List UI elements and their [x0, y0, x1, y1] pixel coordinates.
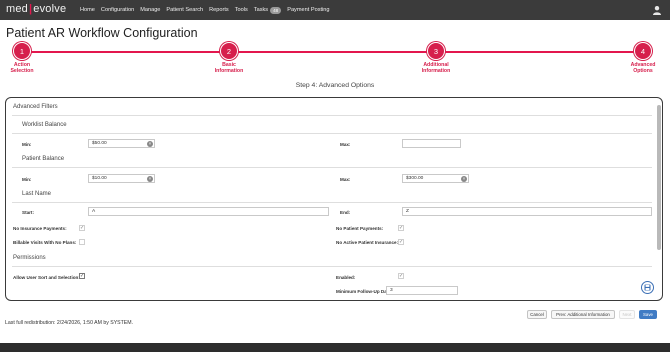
divider — [12, 266, 652, 267]
step-label-line1: Additional — [423, 62, 449, 68]
patient-balance-title: Patient Balance — [22, 156, 65, 162]
step-basic-information[interactable]: 2 Basic Information — [199, 42, 259, 74]
step-number: 4 — [634, 42, 652, 60]
bottom-taskbar — [0, 343, 670, 352]
permissions-title: Permissions — [13, 255, 46, 261]
patient-min-input[interactable]: $10.00 — [88, 174, 155, 183]
step-label-line1: Basic — [222, 62, 236, 68]
patient-min-label: Min: — [22, 177, 32, 182]
last-name-start-input[interactable]: A — [88, 207, 329, 216]
step-number: 2 — [220, 42, 238, 60]
divider — [12, 167, 652, 168]
worklist-min-label: Min: — [22, 142, 32, 147]
save-button[interactable]: Save — [639, 310, 657, 319]
stepper-line — [24, 51, 644, 53]
logo-separator: | — [29, 3, 33, 15]
enabled-label: Enabled: — [336, 275, 356, 280]
user-icon[interactable] — [652, 5, 662, 15]
billable-visits-no-plans-checkbox[interactable] — [79, 239, 85, 245]
advanced-options-panel: Advanced Filters Worklist Balance Min: $… — [5, 97, 663, 301]
step-action-selection[interactable]: 1 Action Selection — [0, 42, 52, 74]
nav-tools[interactable]: Tools — [235, 7, 248, 13]
step-label: Additional Information — [406, 62, 466, 74]
main-nav: Home Configuration Manage Patient Search… — [80, 0, 330, 20]
billable-visits-no-plans-label: Billable Visits With No Plans: — [13, 240, 77, 245]
tasks-count-badge: 48 — [270, 6, 282, 14]
prev-button[interactable]: Prev: Additional Information — [551, 310, 615, 319]
step-label: Action Selection — [0, 62, 52, 74]
patient-max-label: Max: — [340, 177, 351, 182]
step-label: Basic Information — [199, 62, 259, 74]
step-additional-information[interactable]: 3 Additional Information — [406, 42, 466, 74]
step-label-line1: Advanced — [630, 62, 656, 68]
page-title: Patient AR Workflow Configuration — [6, 26, 198, 40]
clear-icon[interactable]: × — [147, 175, 153, 182]
clear-icon[interactable]: × — [147, 140, 153, 147]
step-label-line2: Selection — [10, 68, 34, 75]
workflow-stepper: 1 Action Selection 2 Basic Information 3 A… — [0, 40, 670, 82]
step-label-line2: Information — [421, 68, 451, 75]
worklist-max-input[interactable] — [402, 139, 461, 148]
allow-user-sort-label: Allow User Sort and Selection: — [13, 275, 80, 280]
no-insurance-payments-label: No Insurance Payments: — [13, 226, 67, 231]
nav-tasks[interactable]: Tasks 48 — [253, 6, 282, 14]
step-advanced-options[interactable]: 4 Advanced Options — [613, 42, 670, 74]
last-redistribution-text: Last full redistribution: 2/24/2026, 1:5… — [5, 320, 134, 326]
nav-home[interactable]: Home — [80, 7, 95, 13]
last-name-title: Last Name — [22, 191, 52, 197]
step-number: 3 — [427, 42, 445, 60]
logo-text-med: med — [6, 3, 28, 15]
nav-manage[interactable]: Manage — [140, 7, 160, 13]
allow-user-sort-checkbox[interactable]: ✓ — [79, 273, 85, 279]
no-patient-payments-checkbox[interactable]: ✓ — [398, 225, 404, 231]
enabled-checkbox[interactable]: ✓ — [398, 273, 404, 279]
last-name-end-input[interactable]: Z — [402, 207, 652, 216]
nav-configuration[interactable]: Configuration — [101, 7, 134, 13]
step-label: Advanced Options — [613, 62, 670, 74]
app-logo[interactable]: med|evolve — [6, 3, 66, 15]
save-draft-icon[interactable] — [641, 281, 654, 294]
panel-scrollbar[interactable] — [656, 100, 661, 298]
step-label-line2: Information — [214, 68, 244, 75]
cancel-button[interactable]: Cancel — [527, 310, 547, 319]
advanced-filters-title: Advanced Filters — [13, 104, 58, 110]
last-name-start-label: Start: — [22, 210, 34, 215]
logo-text-evolve: evolve — [33, 3, 67, 15]
no-active-patient-insurance-checkbox[interactable]: ✓ — [398, 239, 404, 245]
divider — [12, 202, 652, 203]
nav-patient-search[interactable]: Patient Search — [166, 7, 203, 13]
nav-payment-posting[interactable]: Payment Posting — [287, 7, 329, 13]
top-navigation-bar: med|evolve Home Configuration Manage Pat… — [0, 0, 670, 20]
step-label-line1: Action — [13, 62, 31, 68]
worklist-max-label: Max: — [340, 142, 351, 147]
nav-tasks-label: Tasks — [253, 7, 269, 13]
divider — [12, 133, 652, 134]
patient-max-input[interactable]: $300.00 — [402, 174, 469, 183]
floppy-icon — [644, 284, 651, 291]
clear-icon[interactable]: × — [461, 175, 467, 182]
nav-reports[interactable]: Reports — [209, 7, 229, 13]
step-heading: Step 4: Advanced Options — [295, 82, 375, 89]
worklist-min-input[interactable]: $50.00 — [88, 139, 155, 148]
step-label-line2: Options — [633, 68, 653, 75]
last-name-end-label: End: — [340, 210, 351, 215]
min-followup-days-input[interactable]: 3 — [386, 286, 458, 295]
divider — [12, 115, 652, 116]
next-button[interactable]: Next — [619, 310, 635, 319]
no-active-patient-insurance-label: No Active Patient Insurance: — [336, 240, 399, 245]
no-insurance-payments-checkbox[interactable]: ✓ — [79, 225, 85, 231]
scrollbar-thumb[interactable] — [657, 105, 661, 250]
worklist-balance-title: Worklist Balance — [22, 122, 67, 128]
step-number: 1 — [13, 42, 31, 60]
min-followup-days-text: Minimum Follow-Up Days: — [336, 289, 394, 294]
no-patient-payments-label: No Patient Payments: — [336, 226, 384, 231]
